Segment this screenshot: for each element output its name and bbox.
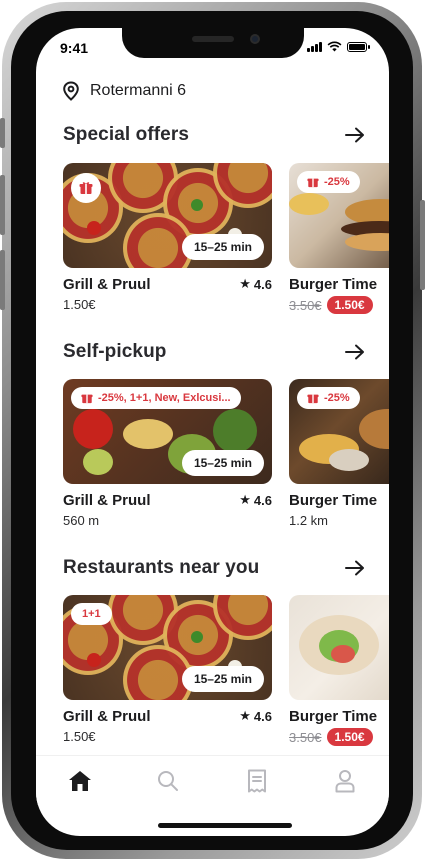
tab-bar: [36, 755, 389, 805]
restaurant-image: -25%: [289, 379, 389, 484]
discount-text: 1+1: [82, 608, 101, 620]
speaker: [192, 36, 234, 42]
wifi-icon: [327, 41, 342, 52]
delivery-price: 1.50€: [63, 297, 96, 312]
star-icon: ★: [239, 492, 251, 507]
see-all-arrow-icon[interactable]: [343, 556, 367, 580]
location-address: Rotermanni 6: [90, 82, 187, 99]
discount-badge: -25%, 1+1, New, Exlcusi...: [71, 387, 241, 409]
rating: ★ 4.6: [239, 492, 272, 508]
notch: [122, 28, 304, 58]
rating-value: 4.6: [253, 276, 272, 292]
restaurant-card-grill-pruul[interactable]: 1+1 15–25 min Grill & Pruul ★ 4.6 1.50€: [63, 595, 272, 744]
price-row: 3.50€ 1.50€: [289, 728, 389, 746]
rating-value: 4.6: [253, 492, 272, 508]
status-time: 9:41: [60, 40, 89, 56]
volume-up-button: [0, 175, 5, 235]
price-row: 3.50€ 1.50€: [289, 296, 389, 314]
new-price: 1.50€: [326, 728, 373, 746]
rating-value: 4.6: [253, 708, 272, 724]
section-self-pickup: Self-pickup: [63, 339, 367, 365]
restaurant-card-burger-time[interactable]: Burger Time 3.50€ 1.50€: [289, 595, 389, 746]
signal-icon: [307, 41, 322, 52]
rating: ★ 4.6: [239, 276, 272, 292]
restaurant-image: [289, 595, 389, 700]
front-camera: [250, 34, 260, 44]
distance: 560 m: [63, 513, 100, 528]
section-title: Restaurants near you: [63, 557, 260, 578]
tab-home[interactable]: [60, 761, 100, 801]
tab-search[interactable]: [148, 761, 188, 801]
location-pin-icon: [63, 81, 79, 101]
volume-down-button: [0, 250, 5, 310]
gift-icon: [307, 394, 319, 404]
restaurant-image: -25%, 1+1, New, Exlcusi... 15–25 min: [63, 379, 272, 484]
gift-badge: [71, 173, 101, 203]
discount-text: -25%: [324, 392, 350, 404]
restaurant-name: Burger Time: [289, 276, 378, 293]
receipt-icon: [247, 769, 266, 792]
new-price: 1.50€: [326, 296, 373, 314]
discount-badge: -25%: [297, 387, 360, 409]
location-selector[interactable]: Rotermanni 6: [62, 81, 186, 101]
restaurant-name: Burger Time: [289, 708, 378, 725]
tab-orders[interactable]: [237, 761, 277, 801]
mute-switch: [0, 118, 5, 148]
search-icon: [158, 770, 179, 791]
profile-icon: [335, 769, 355, 792]
old-price: 3.50€: [289, 297, 322, 313]
tab-profile[interactable]: [325, 761, 365, 801]
section-special-offers: Special offers: [63, 122, 367, 148]
battery-icon: [347, 42, 370, 52]
restaurant-card-burger-time[interactable]: -25% Burger Time 1.2 km: [289, 379, 389, 528]
gift-icon: [307, 178, 319, 188]
see-all-arrow-icon[interactable]: [343, 340, 367, 364]
home-icon: [69, 770, 92, 791]
see-all-arrow-icon[interactable]: [343, 123, 367, 147]
restaurant-image: 15–25 min: [63, 163, 272, 268]
star-icon: ★: [239, 276, 251, 291]
section-title: Special offers: [63, 124, 190, 145]
discount-badge: 1+1: [71, 603, 112, 625]
delivery-time-badge: 15–25 min: [181, 234, 264, 260]
restaurant-image: -25%: [289, 163, 389, 268]
delivery-price: 1.50€: [63, 729, 96, 744]
rating: ★ 4.6: [239, 708, 272, 724]
discount-text: -25%, 1+1, New, Exlcusi...: [98, 392, 231, 404]
gift-icon: [81, 394, 93, 404]
section-restaurants-near-you: Restaurants near you: [63, 555, 367, 581]
restaurant-name: Burger Time: [289, 492, 378, 509]
restaurant-image: 1+1 15–25 min: [63, 595, 272, 700]
section-title: Self-pickup: [63, 341, 167, 362]
gift-icon: [79, 182, 93, 194]
delivery-time-badge: 15–25 min: [181, 666, 264, 692]
app-screen: 9:41 Rotermanni 6 Special offers 15–25 m…: [36, 28, 389, 836]
discount-badge: -25%: [297, 171, 360, 193]
delivery-time-badge: 15–25 min: [181, 450, 264, 476]
power-button: [420, 200, 425, 290]
discount-text: -25%: [324, 176, 350, 188]
old-price: 3.50€: [289, 729, 322, 745]
distance: 1.2 km: [289, 513, 329, 528]
status-icons: [307, 41, 370, 52]
home-indicator[interactable]: [158, 823, 292, 828]
restaurant-card-grill-pruul[interactable]: 15–25 min Grill & Pruul ★ 4.6 1.50€: [63, 163, 272, 312]
restaurant-card-burger-time[interactable]: -25% Burger Time 3.50€ 1.50€: [289, 163, 389, 314]
restaurant-card-grill-pruul[interactable]: -25%, 1+1, New, Exlcusi... 15–25 min Gri…: [63, 379, 272, 528]
star-icon: ★: [239, 708, 251, 723]
